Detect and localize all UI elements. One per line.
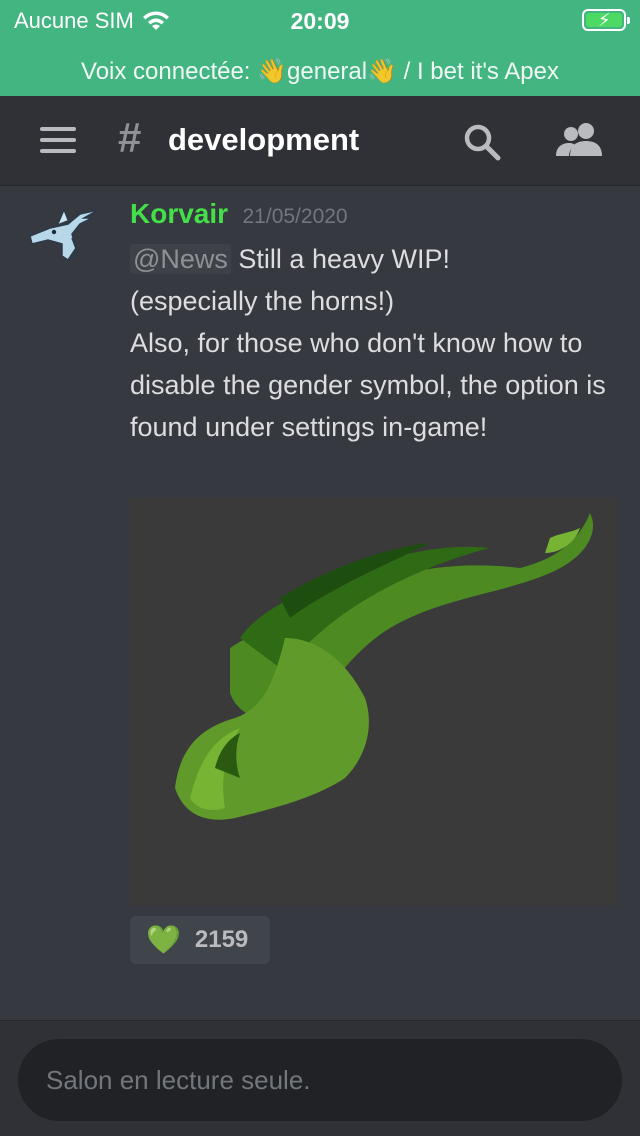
green-heart-icon: 💚 — [146, 924, 181, 955]
timestamp: 21/05/2020 — [242, 205, 348, 228]
avatar[interactable] — [24, 202, 100, 262]
author-name[interactable]: Korvair — [130, 198, 228, 229]
message-input[interactable]: Salon en lecture seule. — [18, 1039, 622, 1121]
role-mention[interactable]: @News — [130, 244, 231, 274]
message-input-bar: Salon en lecture seule. — [0, 1020, 640, 1136]
reaction-button[interactable]: 💚 2159 — [130, 916, 270, 964]
status-bar: Aucune SIM 20:09 ⚡ — [0, 0, 640, 40]
search-icon[interactable] — [462, 122, 502, 162]
channel-hash-icon: # — [118, 114, 142, 161]
author-line: Korvair 21/05/2020 — [130, 198, 348, 230]
clock: 20:09 — [290, 8, 350, 34]
battery-charging-icon: ⚡ — [582, 9, 630, 31]
reaction-count: 2159 — [194, 926, 249, 953]
message-line: Also, for those who don't know how to di… — [130, 328, 606, 442]
channel-header: # development — [0, 96, 640, 186]
menu-icon[interactable] — [40, 127, 76, 153]
message-content: @News Still a heavy WIP! (especially the… — [130, 238, 610, 448]
message-line: Still a heavy WIP! — [230, 244, 450, 274]
channel-name: development — [168, 122, 360, 157]
image-attachment[interactable] — [130, 498, 618, 906]
voice-connected-banner[interactable]: Voix connectée: 👋general👋 / I bet it's A… — [0, 52, 640, 92]
members-icon[interactable] — [555, 122, 603, 158]
message-line: (especially the horns!) — [130, 286, 395, 316]
